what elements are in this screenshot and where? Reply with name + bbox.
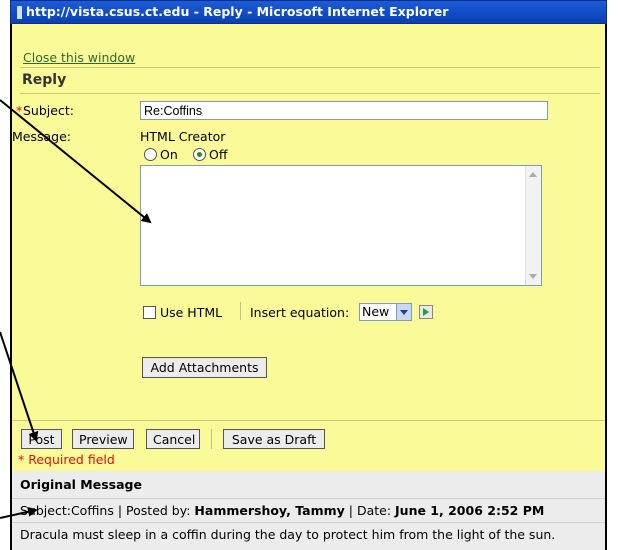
original-subject-label: Subject: xyxy=(20,503,71,518)
add-attachments-button[interactable]: Add Attachments xyxy=(142,357,267,378)
html-creator-label: HTML Creator xyxy=(140,129,226,144)
radio-on-label: On xyxy=(160,147,178,162)
divider xyxy=(20,67,600,68)
equation-select-value: New xyxy=(362,304,390,319)
radio-on[interactable] xyxy=(144,148,157,161)
date-label: Date: xyxy=(356,503,392,518)
radio-off-selected[interactable] xyxy=(193,148,206,161)
original-message-panel: Original Message Subject:Coffins | Poste… xyxy=(12,471,605,550)
required-field-note: * Required field xyxy=(18,452,115,467)
message-textarea[interactable] xyxy=(140,165,542,286)
equation-select[interactable]: New xyxy=(359,303,412,321)
scroll-up-icon[interactable] xyxy=(529,172,537,177)
original-message-body: Dracula must sleep in a coffin during th… xyxy=(20,527,556,542)
required-mark: * xyxy=(16,103,23,118)
use-html-checkbox[interactable] xyxy=(143,306,156,319)
posted-by-label: Posted by: xyxy=(126,503,191,518)
meta-separator: | xyxy=(348,503,353,518)
use-html-option[interactable]: Use HTML xyxy=(143,305,222,320)
subject-input[interactable] xyxy=(140,101,548,120)
close-window-link[interactable]: Close this window xyxy=(23,50,135,65)
separator xyxy=(240,302,241,320)
original-subject: Subject:Coffins | Posted by: Hammershoy,… xyxy=(20,503,544,518)
html-creator-on-option[interactable]: On xyxy=(144,147,178,162)
original-message-heading: Original Message xyxy=(20,477,142,492)
insert-equation-label: Insert equation: xyxy=(250,305,350,320)
save-as-draft-button[interactable]: Save as Draft xyxy=(223,429,325,449)
original-message-meta-row: Subject:Coffins | Posted by: Hammershoy,… xyxy=(12,498,605,518)
dropdown-arrow-icon[interactable] xyxy=(396,304,411,320)
scroll-down-icon[interactable] xyxy=(529,274,537,279)
original-message-body-row: Dracula must sleep in a coffin during th… xyxy=(12,522,605,542)
page-heading: Reply xyxy=(22,72,67,88)
meta-separator: | xyxy=(117,503,123,518)
post-button[interactable]: Post xyxy=(21,429,62,449)
use-html-label: Use HTML xyxy=(159,305,223,320)
window-titlebar: http://vista.csus.ct.edu - Reply - Micro… xyxy=(10,0,607,24)
subject-label: Subject: xyxy=(23,103,74,118)
html-creator-off-option[interactable]: Off xyxy=(193,147,227,162)
separator xyxy=(211,429,212,449)
divider xyxy=(12,420,605,421)
reply-window: Close this window Reply * Subject: Messa… xyxy=(10,24,607,550)
browser-icon xyxy=(17,6,22,19)
original-subject-value: Coffins xyxy=(70,503,114,518)
go-arrow-icon[interactable] xyxy=(419,305,433,319)
message-label: Message: xyxy=(12,129,71,144)
date-value: June 1, 2006 2:52 PM xyxy=(395,503,545,518)
window-title: http://vista.csus.ct.edu - Reply - Micro… xyxy=(26,4,449,19)
cancel-button[interactable]: Cancel xyxy=(146,429,200,449)
posted-by-value: Hammershoy, Tammy xyxy=(194,503,345,518)
textarea-scrollbar[interactable] xyxy=(525,166,541,285)
radio-off-label: Off xyxy=(209,147,228,162)
divider xyxy=(20,93,600,94)
preview-button[interactable]: Preview xyxy=(72,429,134,449)
